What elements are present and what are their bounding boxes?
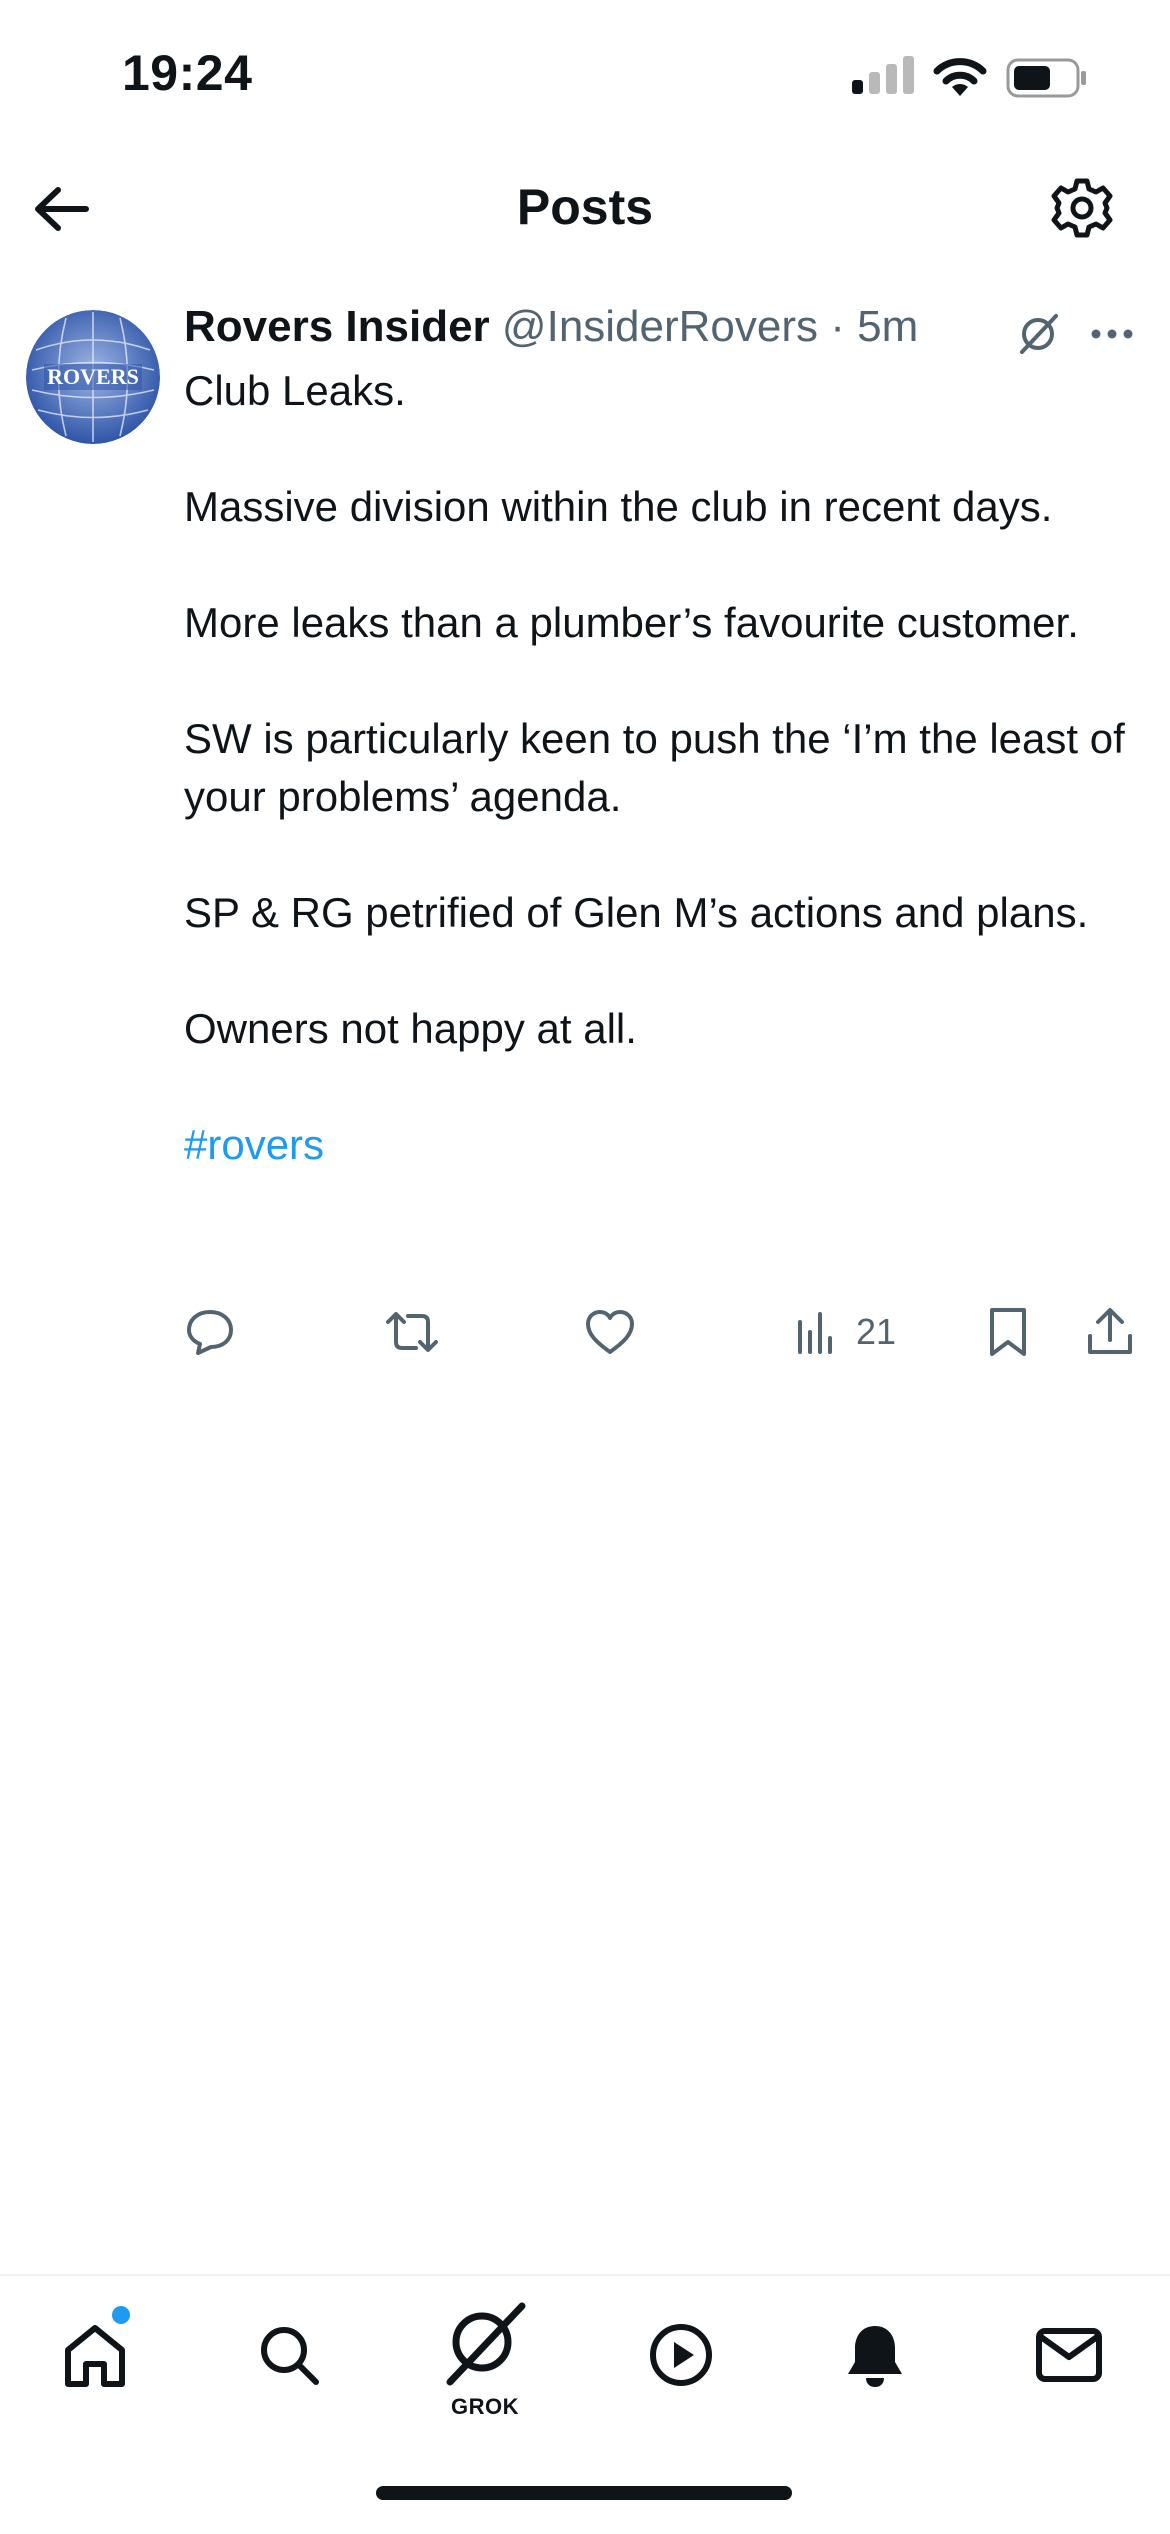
share-button[interactable] <box>1086 1300 1134 1364</box>
bookmark-icon <box>990 1308 1026 1356</box>
tab-messages[interactable] <box>1024 2310 1114 2400</box>
tab-grok-label: GROK <box>451 2394 519 2419</box>
gear-icon <box>1051 178 1113 238</box>
post-line: Club Leaks. <box>184 367 406 414</box>
reply-button[interactable] <box>184 1300 236 1364</box>
bell-icon <box>848 2326 902 2387</box>
mail-icon <box>1036 2328 1102 2382</box>
post-actions: 21 <box>184 1300 1144 1364</box>
hashtag-link[interactable]: #rovers <box>184 1116 1144 1174</box>
more-dots-icon <box>1091 329 1133 339</box>
grok-icon <box>446 2302 526 2386</box>
home-notification-dot <box>112 2306 130 2324</box>
page-title: Posts <box>516 179 654 235</box>
separator-dot: · <box>830 302 845 351</box>
tab-search[interactable] <box>244 2310 334 2400</box>
avatar-logo-text: ROVERS <box>47 364 139 389</box>
author-name[interactable]: Rovers Insider <box>184 302 490 351</box>
avatar-image: ROVERS <box>26 310 160 444</box>
status-bar: 19:24 <box>0 0 1170 150</box>
repost-button[interactable] <box>384 1300 440 1364</box>
post-line: Massive division within the club in rece… <box>184 483 1053 530</box>
home-indicator[interactable] <box>376 2486 792 2500</box>
tab-grok[interactable] <box>440 2300 530 2390</box>
post-line: SP & RG petrified of Glen M’s actions an… <box>184 889 1089 936</box>
play-circle-icon <box>650 2324 712 2386</box>
status-time: 19:24 <box>122 45 253 101</box>
views-button[interactable]: 21 <box>794 1300 896 1364</box>
post-line: Owners not happy at all. <box>184 1005 637 1052</box>
tab-video[interactable] <box>636 2310 726 2400</box>
author-handle[interactable]: @InsiderRovers <box>502 302 818 351</box>
like-button[interactable] <box>584 1300 636 1364</box>
share-icon <box>1088 1308 1132 1354</box>
post-time: 5m <box>857 302 919 351</box>
tab-notifications[interactable] <box>830 2310 920 2400</box>
bookmark-button[interactable] <box>986 1300 1030 1364</box>
nav-header: Posts <box>0 150 1170 266</box>
grok-explain-button[interactable] <box>1008 304 1068 364</box>
home-icon <box>65 2325 125 2387</box>
post-line: SW is particularly keen to push the ‘I’m… <box>184 715 1125 820</box>
wifi-icon <box>933 58 987 96</box>
post-line: More leaks than a plumber’s favourite cu… <box>184 599 1079 646</box>
search-icon <box>261 2327 319 2385</box>
tab-home[interactable] <box>50 2310 140 2400</box>
grok-icon <box>1020 314 1058 354</box>
settings-button[interactable] <box>1046 172 1118 244</box>
battery-icon <box>1006 58 1086 98</box>
bar-chart-icon <box>798 1312 832 1354</box>
cellular-signal-icon <box>852 56 914 94</box>
post-text: Club Leaks. Massive division within the … <box>184 362 1144 1174</box>
reply-icon <box>187 1310 233 1355</box>
view-count: 21 <box>856 1311 897 1352</box>
repost-icon <box>386 1312 438 1352</box>
avatar[interactable]: ROVERS <box>26 310 160 444</box>
heart-icon <box>586 1310 634 1354</box>
more-options-button[interactable] <box>1082 304 1142 364</box>
